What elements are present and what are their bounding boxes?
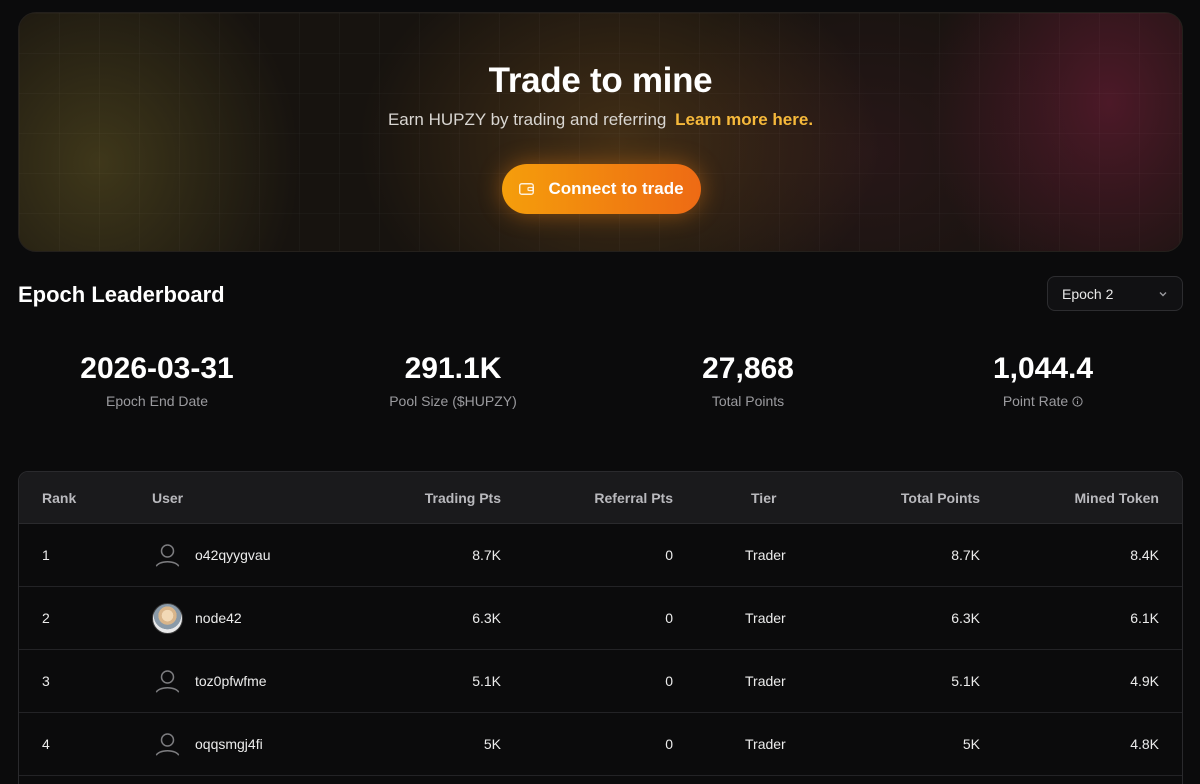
table-row[interactable]: 3 toz0pfwfme 5.1K 0 Trader 5.1K 4.9K: [19, 650, 1182, 713]
connect-button-label: Connect to trade: [548, 179, 684, 198]
stat-label: Point Rate: [893, 393, 1193, 409]
header-rank: Rank: [42, 490, 77, 506]
cell-referral-pts: 0: [665, 673, 673, 689]
epoch-select[interactable]: Epoch 2: [1047, 276, 1183, 311]
cell-mined-token: 4.9K: [1130, 673, 1159, 689]
wallet-icon: [519, 183, 535, 195]
cell-trading-pts: 5.1K: [472, 673, 501, 689]
cell-referral-pts: 0: [665, 610, 673, 626]
cell-mined-token: 6.1K: [1130, 610, 1159, 626]
cell-mined-token: 4.8K: [1130, 736, 1159, 752]
cell-total-points: 5.1K: [951, 673, 980, 689]
default-user-icon: [155, 544, 180, 568]
chevron-down-icon: [1159, 291, 1167, 296]
info-icon[interactable]: [1072, 395, 1083, 407]
header-user: User: [152, 490, 184, 506]
cell-referral-pts: 0: [665, 736, 673, 752]
learn-more-link[interactable]: Learn more here.: [675, 110, 813, 129]
cell-tier: Trader: [745, 610, 786, 626]
cell-trading-pts: 8.7K: [472, 547, 501, 563]
stat-value: 1,044.4: [992, 352, 1094, 385]
header-referral-pts: Referral Pts: [594, 490, 673, 506]
connect-to-trade-button[interactable]: Connect to trade: [502, 164, 701, 214]
stat-label-text: Pool Size ($HUPZY): [389, 393, 517, 409]
stat-label-text: Point Rate: [1002, 393, 1069, 409]
stat-pool-size: 291.1K Pool Size ($HUPZY): [303, 352, 603, 409]
cell-rank: 4: [42, 736, 50, 752]
stat-epoch-end-date: 2026-03-31 Epoch End Date: [7, 352, 307, 409]
stat-label-text: Epoch End Date: [106, 393, 208, 409]
table-row[interactable]: 1 o42qyygvau 8.7K 0 Trader 8.7K 8.4K: [19, 524, 1182, 587]
stat-label: Pool Size ($HUPZY): [303, 393, 603, 409]
stat-value: 27,868: [702, 352, 794, 385]
header-tier: Tier: [751, 490, 777, 506]
page: Trade to mine Earn HUPZY by trading and …: [0, 0, 1200, 784]
cell-tier: Trader: [745, 673, 786, 689]
hero-title: Trade to mine: [488, 61, 713, 100]
table-row[interactable]: 2 node42 6.3K 0 Trader 6.3K 6.1K: [19, 587, 1182, 650]
header-trading-pts: Trading Pts: [424, 490, 501, 506]
stat-label: Epoch End Date: [7, 393, 307, 409]
stat-value: 291.1K: [404, 352, 502, 385]
cell-tier: Trader: [745, 736, 786, 752]
table-row[interactable]: 4 oqqsmgj4fi 5K 0 Trader 5K 4.8K: [19, 713, 1182, 776]
default-user-icon: [155, 670, 180, 694]
cell-trading-pts: 5K: [483, 736, 501, 752]
cell-user[interactable]: o42qyygvau: [195, 547, 271, 563]
header-mined-token: Mined Token: [1074, 490, 1159, 506]
stat-label: Total Points: [598, 393, 898, 409]
cell-mined-token: 8.4K: [1130, 547, 1159, 563]
hero-subtitle: Earn HUPZY by trading and referring Lear…: [19, 110, 1182, 130]
stat-label-text: Total Points: [711, 393, 785, 409]
header-total-points: Total Points: [900, 490, 980, 506]
stat-total-points: 27,868 Total Points: [598, 352, 898, 409]
epoch-select-value: Epoch 2: [1062, 285, 1114, 302]
cell-rank: 2: [42, 610, 50, 626]
leaderboard-table: Rank User Trading Pts Referral Pts Tier …: [18, 471, 1183, 784]
cell-referral-pts: 0: [665, 547, 673, 563]
cell-user[interactable]: oqqsmgj4fi: [195, 736, 263, 752]
table-header: Rank User Trading Pts Referral Pts Tier …: [19, 472, 1182, 524]
hero-banner: Trade to mine Earn HUPZY by trading and …: [18, 12, 1183, 252]
stat-value: 2026-03-31: [80, 352, 234, 385]
cell-user[interactable]: node42: [195, 610, 242, 626]
hero-subtitle-text: Earn HUPZY by trading and referring: [387, 110, 667, 129]
cell-tier: Trader: [745, 547, 786, 563]
cell-user[interactable]: toz0pfwfme: [195, 673, 267, 689]
cell-rank: 3: [42, 673, 50, 689]
stat-point-rate: 1,044.4 Point Rate: [893, 352, 1193, 409]
leaderboard-title: Epoch Leaderboard: [18, 282, 225, 307]
cell-total-points: 6.3K: [951, 610, 980, 626]
cell-total-points: 5K: [962, 736, 980, 752]
photo-avatar: [152, 603, 183, 634]
cell-total-points: 8.7K: [951, 547, 980, 563]
default-user-icon: [155, 733, 180, 757]
cell-trading-pts: 6.3K: [472, 610, 501, 626]
cell-rank: 1: [42, 547, 50, 563]
